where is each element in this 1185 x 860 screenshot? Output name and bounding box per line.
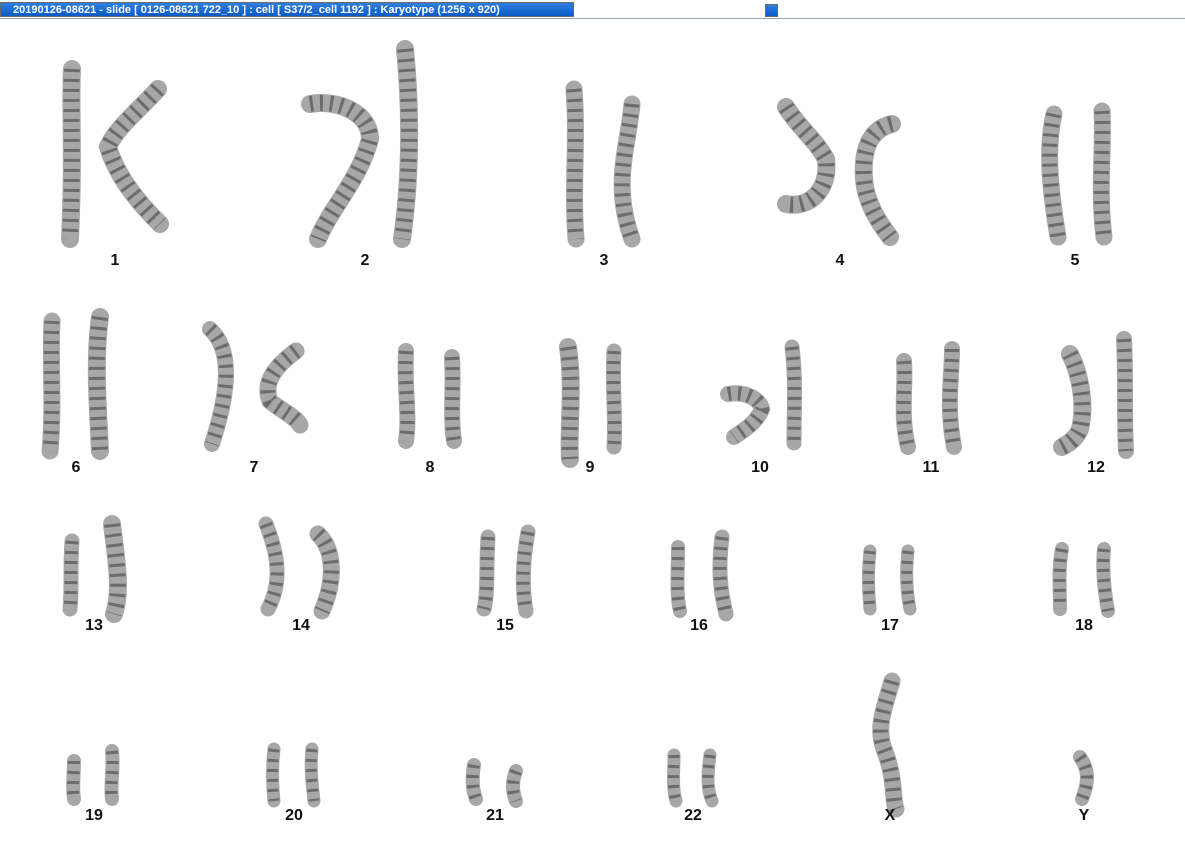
chromosome-1a	[61, 60, 81, 248]
chromosome-11b	[941, 341, 962, 455]
chromosome-9a	[559, 338, 580, 468]
chromosome-5a	[1041, 105, 1067, 246]
label-chr-5: 5	[1070, 252, 1080, 269]
chromosome-12b	[1116, 331, 1134, 459]
label-chr-11: 11	[922, 459, 940, 476]
label-chr-18: 18	[1075, 617, 1093, 634]
label-chr-13: 13	[85, 617, 103, 634]
chromosome-3a	[565, 80, 585, 248]
chromosome-13a	[62, 533, 80, 617]
chromosome-1b	[98, 80, 169, 233]
label-chr-7: 7	[249, 459, 259, 476]
chromosome-Xa	[872, 672, 905, 818]
label-chr-y: Y	[1078, 807, 1090, 824]
label-chr-14: 14	[292, 617, 310, 634]
chromosome-19b	[104, 744, 120, 806]
label-chr-17: 17	[881, 617, 899, 634]
chromosome-4b	[854, 115, 901, 246]
chromosome-2a	[301, 94, 380, 248]
chromosome-18a	[1052, 542, 1069, 616]
chromosome-10b	[784, 339, 802, 451]
chromosome-21a	[465, 758, 483, 806]
chromosome-16b	[712, 529, 734, 622]
chromosome-14a	[258, 516, 285, 617]
label-chr-12: 12	[1087, 459, 1105, 476]
label-chr-1: 1	[110, 252, 120, 269]
label-chr-6: 6	[71, 459, 81, 476]
chromosome-Ya	[1073, 750, 1094, 806]
window-title-segment[interactable]: 20190126-08621 - slide [ 0126-08621 722_…	[0, 2, 574, 17]
chromosome-22b	[701, 748, 719, 808]
chromosome-17a	[862, 544, 877, 616]
title-bar: 20190126-08621 - slide [ 0126-08621 722_…	[0, 0, 1185, 19]
label-chr-3: 3	[599, 252, 609, 269]
chromosome-9b	[605, 343, 623, 455]
label-chr-19: 19	[85, 807, 103, 824]
chromosome-5b	[1092, 102, 1113, 246]
label-chr-2: 2	[360, 252, 370, 269]
label-chr-x: X	[884, 807, 896, 824]
chromosome-8a	[397, 343, 416, 449]
chromosome-22a	[667, 748, 683, 808]
label-chr-20: 20	[285, 807, 303, 824]
chromosome-7b	[259, 342, 309, 434]
window-title: 20190126-08621 - slide [ 0126-08621 722_…	[13, 4, 500, 16]
label-chr-21: 21	[486, 807, 504, 824]
chromosome-image	[41, 40, 1134, 818]
chromosome-21b	[506, 764, 523, 808]
label-chr-15: 15	[496, 617, 514, 634]
chromosome-17b	[900, 544, 917, 616]
chromosome-15b	[515, 524, 536, 619]
label-chr-9: 9	[585, 459, 595, 476]
chromosome-19a	[66, 754, 81, 806]
chromosome-7a	[202, 321, 234, 452]
chromosome-6b	[87, 308, 109, 460]
label-chr-16: 16	[690, 617, 708, 634]
chromosome-20a	[266, 742, 281, 808]
title-bar-indicator[interactable]	[765, 4, 778, 17]
chromosome-18b	[1096, 542, 1115, 618]
chromosome-2b	[393, 40, 419, 248]
label-chr-4: 4	[835, 252, 845, 269]
chromosome-11a	[895, 353, 916, 455]
karyogram: 1 2 3 4 5 6 7 8 9 10 11 12 13 14 15 16 1…	[0, 19, 1185, 860]
chromosome-20b	[304, 742, 321, 808]
chromosome-15a	[476, 529, 496, 617]
chromosome-16a	[670, 540, 687, 618]
chromosome-6a	[41, 312, 61, 460]
chromosome-10a	[720, 385, 771, 445]
label-chr-8: 8	[425, 459, 435, 476]
chromosome-4a	[777, 98, 836, 214]
label-chr-10: 10	[751, 459, 769, 476]
chromosome-12a	[1053, 345, 1092, 456]
chromosome-3b	[613, 95, 641, 248]
chromosome-14b	[309, 525, 340, 620]
chromosome-13b	[103, 515, 127, 623]
chromosome-8b	[444, 349, 462, 449]
label-chr-22: 22	[684, 807, 702, 824]
